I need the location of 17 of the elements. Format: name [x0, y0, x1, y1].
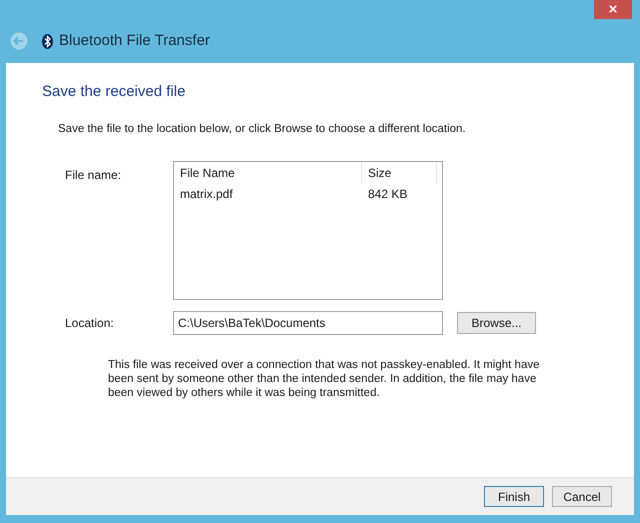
location-field[interactable]: C:\Users\BaTek\Documents — [173, 310, 443, 335]
close-button[interactable]: × — [594, 0, 632, 19]
warning-text: This file was received over a connection that was not passkey-enabled. It might have been sent by someone other than the intended sender. In addition, the file may have been viewed by others while it was being transmitted. — [108, 358, 540, 400]
list-cell-text: matrix.pdf — [179, 186, 234, 203]
window-title: Bluetooth File Transfer — [59, 30, 210, 51]
column-header[interactable]: Size — [362, 162, 437, 184]
dialog-button[interactable]: Finish — [484, 486, 544, 507]
bluetooth-icon — [42, 34, 53, 48]
file-list[interactable]: File Name Size matrix.pdf 842 KB — [173, 160, 443, 300]
instruction-text: Save the file to the location below, or click Browse to choose a different location. — [58, 122, 467, 136]
page-heading: Save the received file — [42, 82, 186, 102]
column-header[interactable]: File Name — [174, 162, 362, 184]
file-name-label: File name: — [65, 166, 122, 184]
list-cell-text: 842 KB — [367, 186, 408, 203]
location-label: Location: — [65, 314, 115, 332]
dialog-button[interactable]: Cancel — [552, 486, 612, 507]
browse-button[interactable]: Browse... — [457, 312, 536, 334]
